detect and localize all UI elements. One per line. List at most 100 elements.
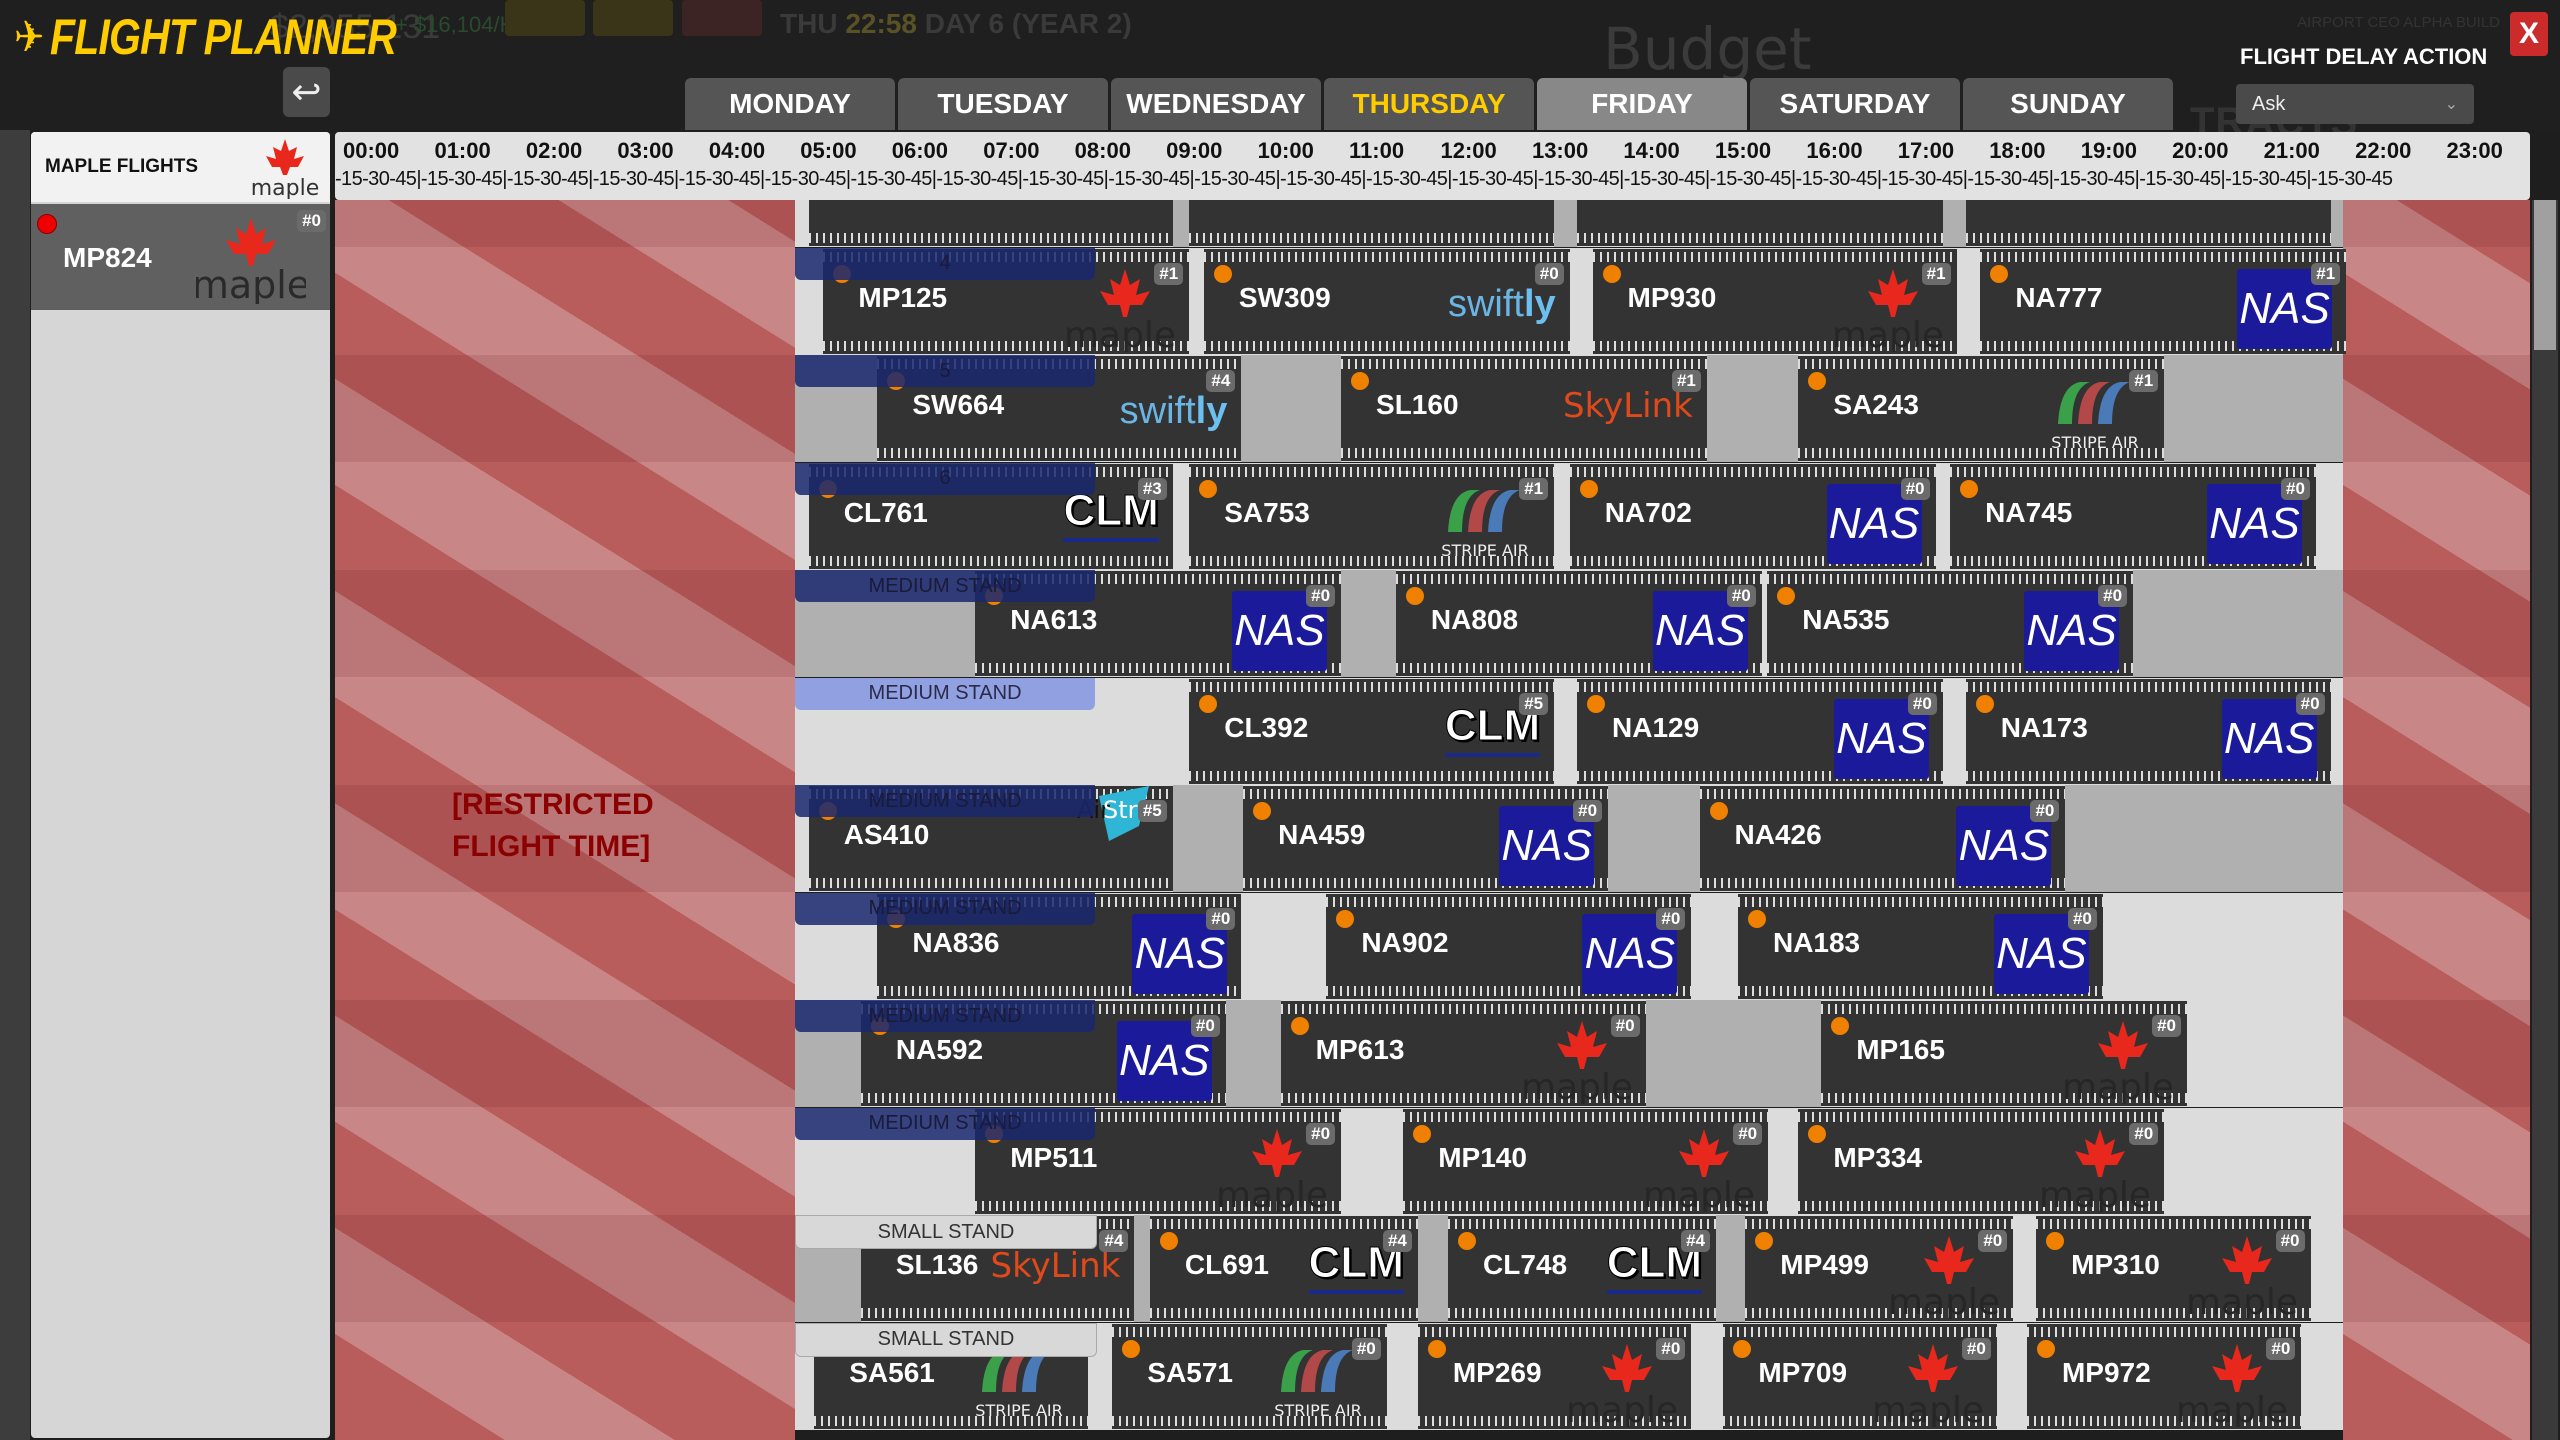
flight-block[interactable]: MP334 maple #0 [1798, 1108, 2165, 1214]
empty-slot[interactable] [1341, 570, 1396, 677]
restricted-label-line1: [RESTRICTED [452, 788, 654, 821]
empty-slot[interactable] [2133, 570, 2344, 677]
flight-code: SA561 [849, 1356, 935, 1388]
flight-block[interactable]: MP269 maple #0 [1417, 1323, 1692, 1429]
status-dot [1199, 479, 1218, 498]
time-ticks [1798, 359, 2165, 369]
flight-badge: #0 [1306, 585, 1336, 607]
time-ticks [1448, 1219, 1717, 1229]
hud-clock: THU 22:58 DAY 6 (YEAR 2) [780, 8, 1132, 40]
flight-block[interactable]: MP310 maple #0 [2036, 1216, 2311, 1321]
flight-code: NA702 [1604, 496, 1692, 528]
flight-block[interactable]: NA745 NAS #0 [1950, 463, 2316, 569]
flight-block[interactable]: NA426 NAS #0 [1699, 786, 2066, 891]
flight-block[interactable]: NA535 NAS #0 [1767, 571, 2134, 676]
flight-code: MP125 [858, 281, 948, 313]
flight-block[interactable]: MP499 maple #0 [1745, 1216, 2014, 1321]
tab-wednesday[interactable]: WEDNESDAY [1111, 78, 1321, 130]
flight-code: NA129 [1612, 711, 1700, 743]
hour-label: 22:00 [2355, 138, 2412, 163]
flight-block[interactable]: SA243 STRIPE AIR #1 [1798, 356, 2165, 461]
flight-block[interactable]: MP140 maple #0 [1403, 1108, 1769, 1214]
svg-text:maple: maple [1873, 1390, 1983, 1427]
hour-label: 23:00 [2446, 138, 2503, 163]
flight-badge: #0 [1907, 692, 1937, 715]
hud-settings-button [682, 0, 762, 36]
flight-block[interactable]: NA173 NAS #0 [1965, 678, 2331, 784]
empty-slot[interactable] [2065, 785, 2344, 892]
empty-slot[interactable] [1134, 1215, 1150, 1322]
status-dot [1747, 909, 1766, 928]
hour-label: 00:00 [343, 138, 400, 163]
flight-block[interactable]: NA183 NAS #0 [1737, 893, 2103, 999]
flight-block[interactable]: SL160 SkyLink #1 [1341, 356, 1707, 461]
flight-code: CL748 [1483, 1249, 1568, 1280]
hour-label: 04:00 [708, 138, 766, 163]
status-dot [1975, 694, 1994, 713]
time-ticks [1723, 1326, 1997, 1337]
flight-badge: #0 [1961, 1337, 1991, 1360]
flight-block[interactable]: CL392 CLM #5 [1189, 678, 1555, 784]
flight-block[interactable]: SA753 STRIPE AIR #1 [1189, 463, 1555, 569]
hour-label: 18:00 [1989, 138, 2046, 163]
flight-block[interactable]: CL748 CLM #4 [1448, 1216, 1717, 1321]
flight-badge: #0 [2295, 692, 2325, 715]
flight-block[interactable]: MP613 maple #0 [1280, 1001, 1646, 1106]
empty-slot[interactable] [1706, 355, 1799, 462]
flight-block[interactable]: NA808 NAS #0 [1395, 571, 1762, 676]
time-ticks [1798, 1111, 2165, 1122]
skylink-logo-icon: SkyLink [1563, 386, 1693, 426]
scrollbar-thumb[interactable] [2534, 200, 2556, 350]
tab-tuesday[interactable]: TUESDAY [898, 78, 1108, 130]
time-ticks [1280, 1004, 1646, 1014]
time-ticks [1189, 770, 1555, 781]
flight-block[interactable]: MP972 maple #0 [2026, 1323, 2302, 1429]
flight-block[interactable]: NA902 NAS #0 [1326, 893, 1692, 999]
close-button[interactable]: X [2510, 12, 2548, 56]
hour-label: 12:00 [1440, 138, 1497, 163]
status-dot [1351, 372, 1370, 390]
empty-slot[interactable] [1716, 1215, 1746, 1322]
return-arrow-icon: ↩ [291, 71, 322, 112]
flight-block[interactable]: SA571 STRIPE AIR #0 [1112, 1323, 1387, 1429]
svg-text:STRIPE AIR: STRIPE AIR [1441, 541, 1528, 560]
time-ticks [1189, 233, 1555, 243]
flight-block[interactable]: MP165 maple #0 [1821, 1001, 2188, 1106]
empty-slot[interactable] [2164, 355, 2344, 462]
flight-badge: #4 [1382, 1230, 1412, 1252]
status-dot [1808, 372, 1827, 390]
empty-slot[interactable] [1608, 785, 1700, 892]
flight-badge: #1 [2129, 370, 2159, 392]
flight-block[interactable]: NA777 NAS #1 [1980, 248, 2347, 354]
tab-monday[interactable]: MONDAY [685, 78, 895, 130]
empty-slot[interactable] [1645, 1000, 1822, 1107]
time-ticks [808, 555, 1173, 566]
flight-block[interactable]: CL691 CLM #4 [1149, 1216, 1418, 1321]
tab-sunday[interactable]: SUNDAY [1963, 78, 2173, 130]
flight-code: SA243 [1833, 389, 1919, 420]
flight-block[interactable]: MP930 maple #1 [1592, 248, 1957, 354]
flight-code: NA745 [1985, 496, 2073, 528]
status-dot [1733, 1339, 1752, 1358]
flight-block[interactable]: NA129 NAS #0 [1577, 678, 1943, 784]
flight-code: NA535 [1802, 604, 1890, 635]
back-button[interactable]: ↩ [283, 67, 330, 117]
empty-slot[interactable] [1241, 355, 1342, 462]
vertical-scrollbar[interactable] [2532, 200, 2558, 1440]
flight-block[interactable]: MP709 maple #0 [1723, 1323, 1997, 1429]
tab-saturday[interactable]: SATURDAY [1750, 78, 1960, 130]
tab-friday[interactable]: FRIDAY [1537, 78, 1747, 130]
stand-label: MEDIUM STAND [795, 1000, 1096, 1032]
time-ticks [877, 448, 1242, 458]
flight-block[interactable]: SW309 swiftly #0 [1203, 248, 1570, 354]
empty-slot[interactable] [1417, 1215, 1449, 1322]
flight-block[interactable]: NA459 NAS #0 [1243, 786, 1609, 891]
svg-text:maple: maple [2187, 1282, 2297, 1319]
status-dot [1709, 802, 1728, 820]
empty-slot[interactable] [1225, 1000, 1281, 1107]
tab-thursday[interactable]: THURSDAY [1324, 78, 1534, 130]
empty-slot[interactable] [1172, 785, 1244, 892]
unscheduled-flight-item[interactable]: MP824 #0 maple [31, 204, 330, 310]
flight-delay-action-select[interactable]: Ask ⌄ [2236, 84, 2474, 124]
flight-block[interactable]: NA702 NAS #0 [1569, 463, 1936, 569]
